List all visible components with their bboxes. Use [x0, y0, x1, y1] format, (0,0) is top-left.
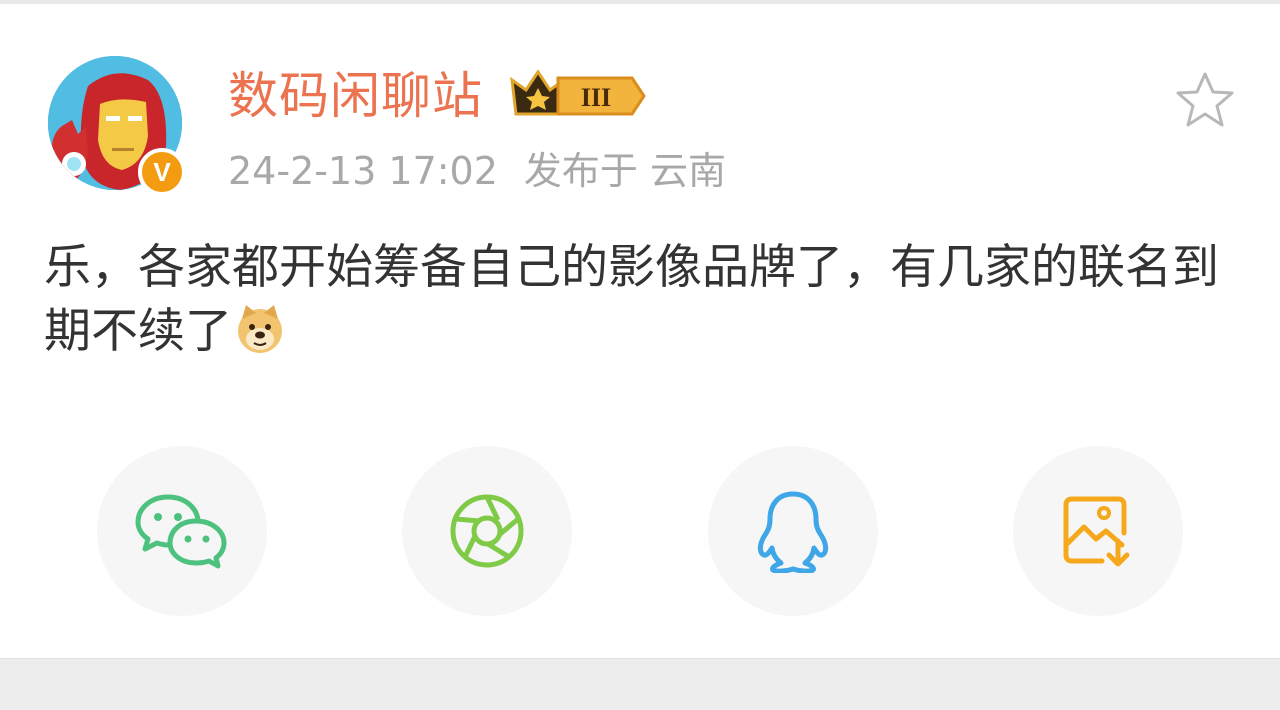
share-moments-button[interactable] — [402, 446, 572, 616]
verified-badge: V — [138, 148, 186, 196]
doge-icon — [234, 303, 286, 372]
level-crown-badge[interactable]: III — [508, 66, 648, 128]
qq-icon — [757, 491, 829, 573]
save-image-button[interactable] — [1013, 446, 1183, 616]
favorite-button[interactable] — [1174, 70, 1236, 134]
level-badge-text: III — [581, 83, 611, 112]
share-wechat-button[interactable] — [97, 446, 267, 616]
post-meta: 24-2-13 17:02 发布于 云南 — [228, 146, 726, 196]
bottom-divider — [0, 658, 1280, 659]
star-icon — [1176, 72, 1234, 127]
save-image-icon — [1063, 496, 1130, 567]
bottom-bar — [0, 658, 1280, 710]
post-location: 发布于 云南 — [523, 149, 726, 193]
post-content: 乐，各家都开始筹备自己的影像品牌了，有几家的联名到期不续了 — [44, 236, 1244, 372]
wechat-icon — [135, 494, 227, 569]
author-name[interactable]: 数码闲聊站 — [228, 64, 483, 128]
post-time: 24-2-13 17:02 — [228, 149, 498, 193]
post-text: 乐，各家都开始筹备自己的影像品牌了，有几家的联名到期不续了 — [44, 240, 1219, 359]
share-qq-button[interactable] — [708, 446, 878, 616]
top-divider — [0, 0, 1280, 4]
crown-icon: III — [510, 69, 646, 116]
moments-icon — [450, 494, 524, 568]
